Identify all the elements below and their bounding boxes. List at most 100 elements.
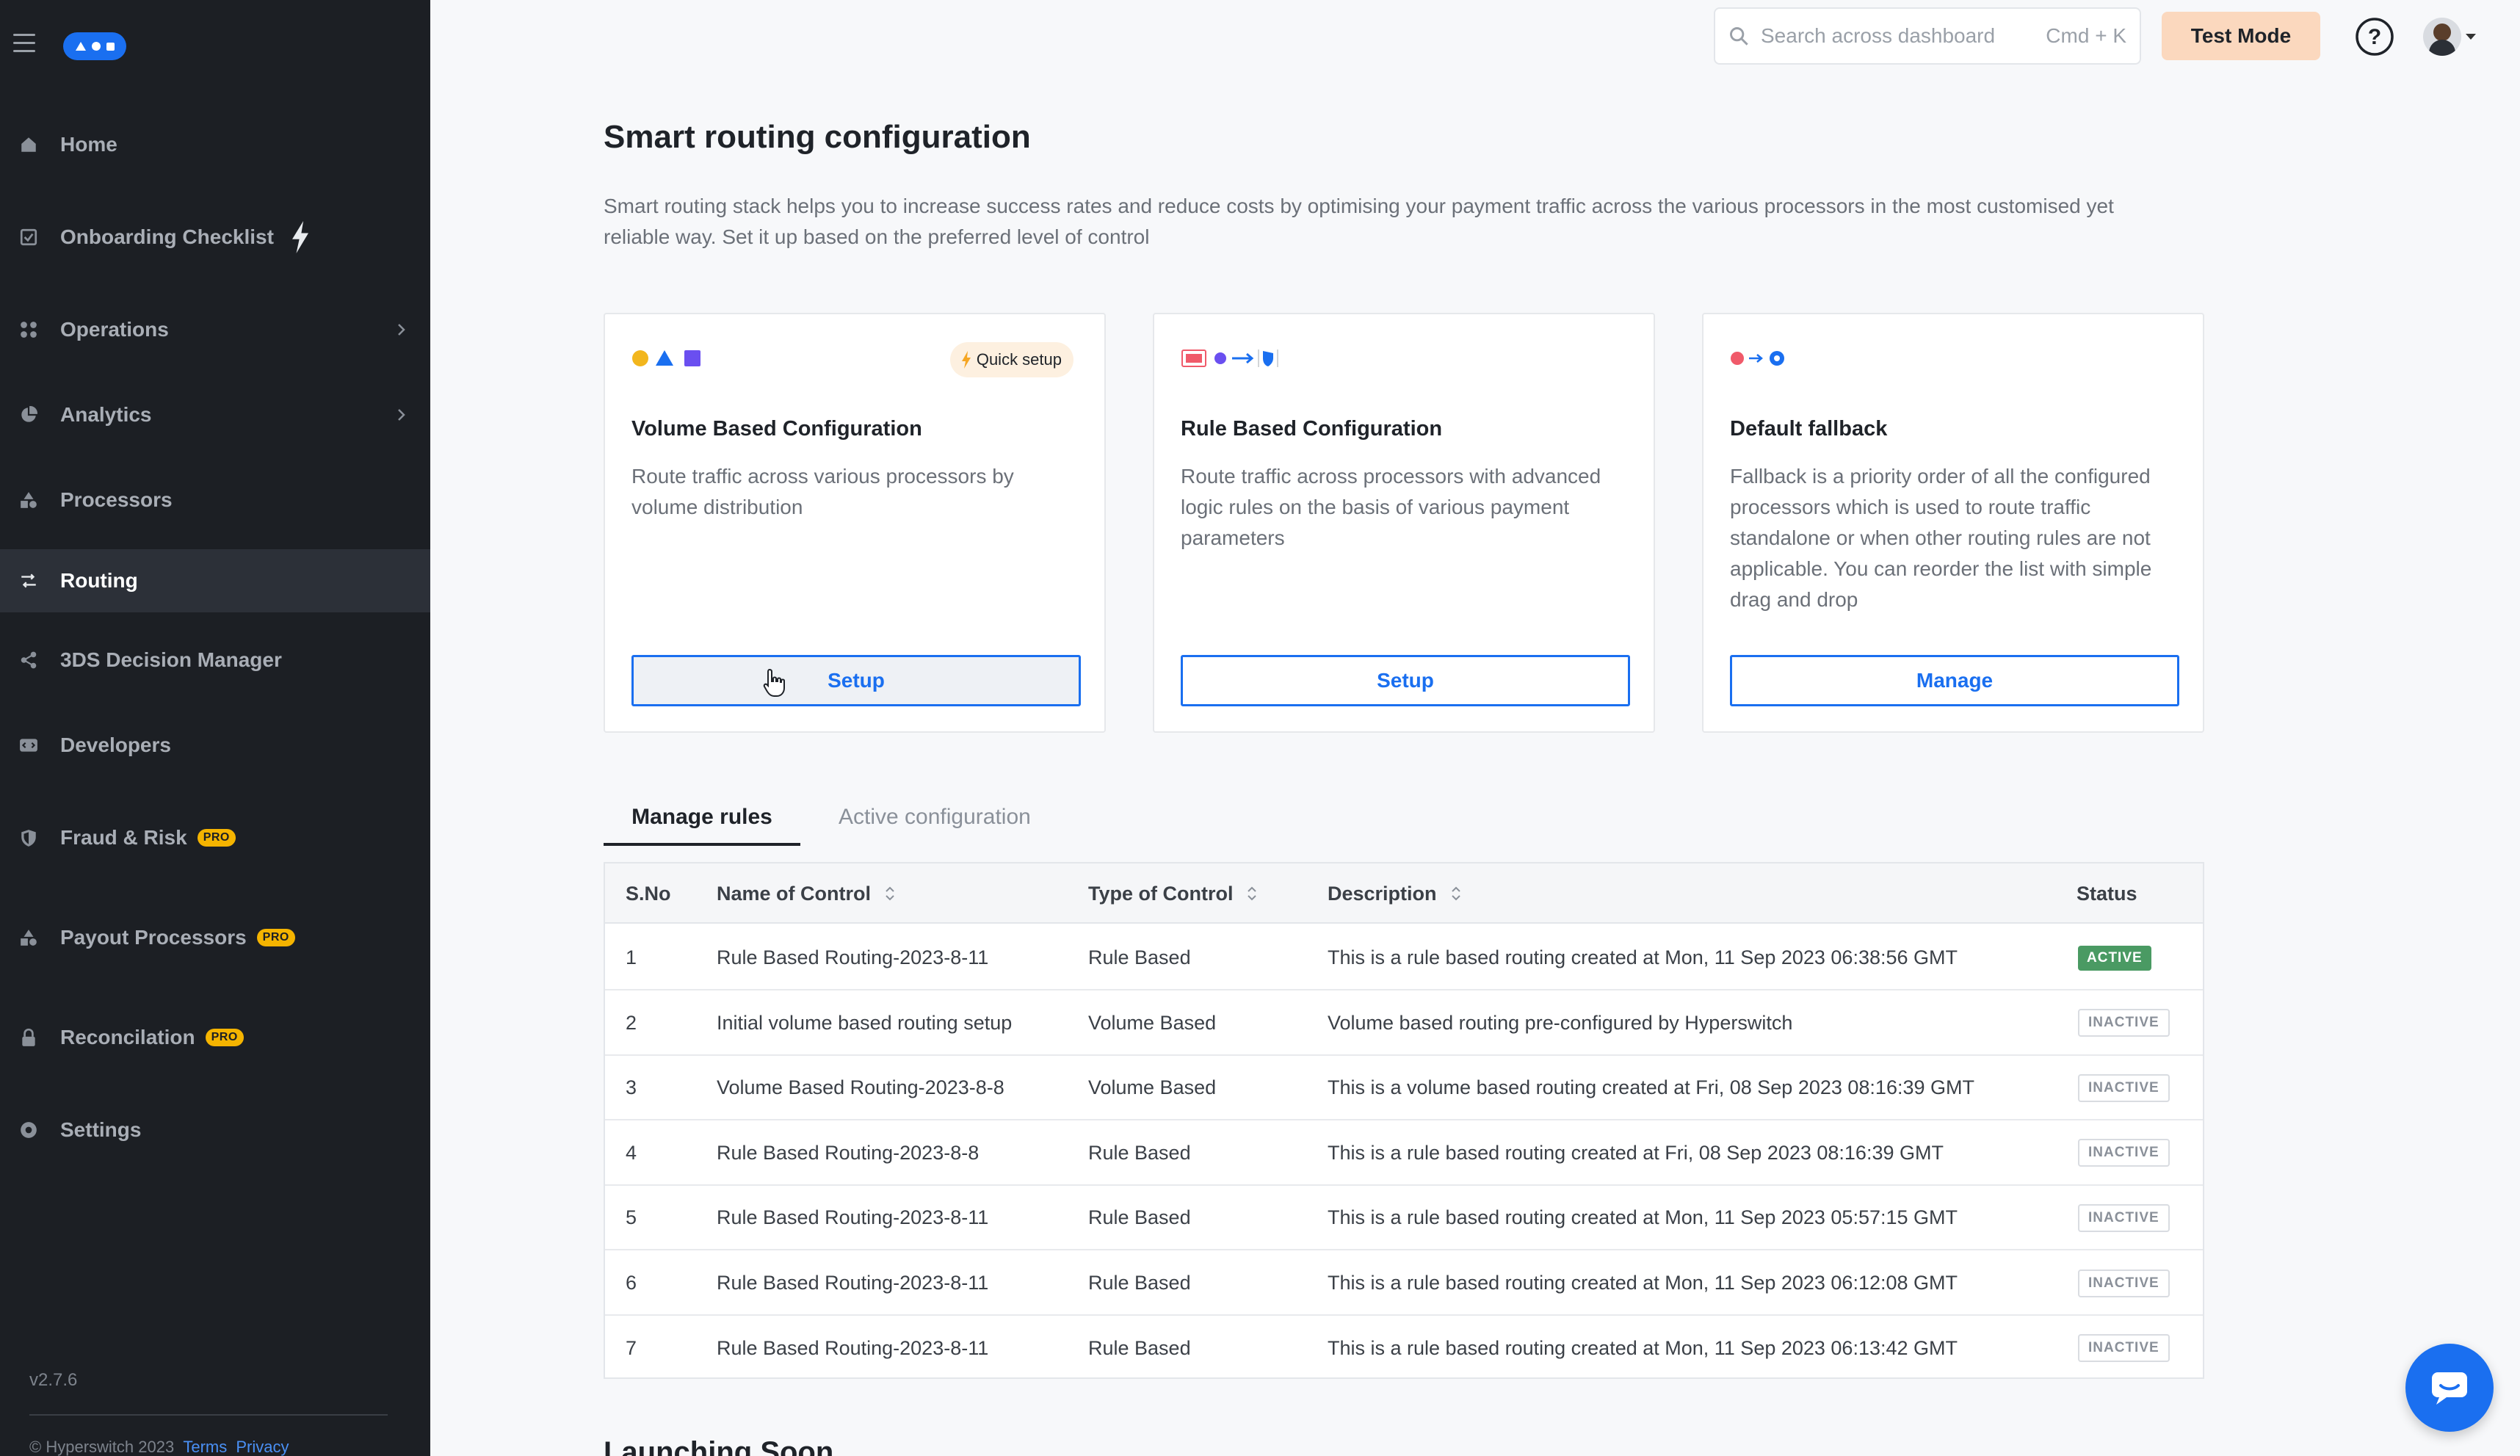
table-row[interactable]: 7 Rule Based Routing-2023-8-11 Rule Based T… [605, 1316, 2203, 1381]
column-header-description[interactable]: Description [1328, 863, 1462, 924]
sidebar-item-label: Analytics [60, 403, 152, 426]
checklist-icon [19, 228, 38, 247]
tab-active-configuration[interactable]: Active configuration [839, 805, 1031, 830]
lightning-bolt-icon [961, 351, 971, 369]
cell-sno: 5 [626, 1206, 637, 1229]
cell-sno: 2 [626, 1011, 637, 1034]
sidebar-item-label: Settings [60, 1118, 142, 1141]
volume-config-illustration [631, 345, 702, 372]
table-row[interactable]: 6 Rule Based Routing-2023-8-11 Rule Based T… [605, 1250, 2203, 1316]
cell-description: This is a volume based routing created a… [1328, 1076, 1974, 1099]
privacy-link[interactable]: Privacy [236, 1438, 289, 1456]
chat-support-button[interactable] [2405, 1344, 2494, 1432]
shield-icon [19, 828, 38, 847]
cell-type: Rule Based [1088, 1272, 1191, 1294]
status-badge: INACTIVE [2078, 1269, 2170, 1297]
caret-down-icon [2466, 34, 2476, 40]
shapes-icon [19, 928, 38, 947]
home-icon [19, 135, 38, 154]
grid-icon [19, 320, 38, 339]
cell-description: This is a rule based routing created at … [1328, 1206, 1958, 1229]
sidebar-item-fraud-risk[interactable]: Fraud & Risk PRO [0, 806, 430, 869]
sidebar-item-label: Routing [60, 569, 138, 592]
table-header: S.No Name of Control Type of Control Des… [605, 863, 2203, 924]
cell-name: Rule Based Routing-2023-8-11 [717, 1206, 989, 1229]
search-input[interactable]: Search across dashboard Cmd + K [1714, 7, 2141, 65]
volume-based-config-card: Quick setup Volume Based Configuration R… [604, 313, 1106, 733]
cell-type: Rule Based [1088, 1336, 1191, 1359]
sidebar-item-routing[interactable]: Routing [0, 549, 430, 612]
sort-icon[interactable] [1450, 885, 1462, 902]
table-row[interactable]: 4 Rule Based Routing-2023-8-8 Rule Based Th… [605, 1120, 2203, 1186]
default-fallback-card: Default fallback Fallback is a priority … [1702, 313, 2204, 733]
column-header-type[interactable]: Type of Control [1088, 863, 1258, 924]
sidebar-item-developers[interactable]: Developers [0, 714, 430, 777]
sidebar-footer: © Hyperswitch 2023 Terms Privacy [29, 1438, 289, 1456]
hyperswitch-logo[interactable] [63, 32, 126, 60]
fallback-flow-illustration-icon [1731, 351, 1784, 366]
quick-setup-badge: Quick setup [949, 342, 1073, 377]
cell-sno: 1 [626, 946, 637, 968]
table-row[interactable]: 5 Rule Based Routing-2023-8-11 Rule Based T… [605, 1185, 2203, 1251]
sidebar: Home Onboarding Checklist Operations Ana… [0, 0, 430, 1456]
page-description: Smart routing stack helps you to increas… [604, 195, 2114, 248]
sidebar-item-reconcilation[interactable]: Reconcilation PRO [0, 1006, 430, 1069]
sidebar-item-payout-processors[interactable]: Payout Processors PRO [0, 906, 430, 969]
cell-name: Initial volume based routing setup [717, 1011, 1013, 1034]
gear-icon [19, 1120, 38, 1140]
tab-manage-rules[interactable]: Manage rules [604, 805, 800, 846]
column-header-name[interactable]: Name of Control [717, 863, 896, 924]
quick-setup-label: Quick setup [976, 350, 1062, 369]
fallback-illustration [1730, 345, 1789, 372]
rule-setup-button[interactable]: Setup [1181, 655, 1630, 706]
help-icon[interactable]: ? [2354, 16, 2395, 57]
cell-sno: 3 [626, 1076, 637, 1099]
avatar [2423, 18, 2461, 56]
svg-text:?: ? [2368, 25, 2381, 49]
cell-name: Rule Based Routing-2023-8-11 [717, 1272, 989, 1294]
cell-type: Rule Based [1088, 946, 1191, 968]
volume-setup-button[interactable]: Setup [631, 655, 1081, 706]
card-description: Route traffic across processors with adv… [1181, 465, 1601, 549]
test-mode-button[interactable]: Test Mode [2162, 12, 2320, 60]
pro-badge: PRO [256, 929, 295, 946]
search-placeholder: Search across dashboard [1761, 24, 1996, 47]
sidebar-item-onboarding-checklist[interactable]: Onboarding Checklist [0, 206, 430, 269]
sidebar-item-home[interactable]: Home [0, 113, 430, 176]
launching-soon-heading: Launching Soon [604, 1436, 834, 1456]
status-badge: INACTIVE [2078, 1009, 2170, 1037]
card-description: Fallback is a priority order of all the … [1730, 465, 2152, 611]
status-badge: INACTIVE [2078, 1073, 2170, 1102]
sidebar-item-settings[interactable]: Settings [0, 1098, 430, 1162]
rule-flow-illustration-icon [1181, 349, 1278, 367]
copyright-icon: © [29, 1438, 42, 1456]
sidebar-item-3ds-decision-manager[interactable]: 3DS Decision Manager [0, 629, 430, 692]
cell-name: Rule Based Routing-2023-8-11 [717, 946, 989, 968]
card-title: Default fallback [1730, 417, 1888, 441]
sidebar-divider [29, 1414, 388, 1416]
cell-type: Rule Based [1088, 1206, 1191, 1229]
status-badge: INACTIVE [2078, 1139, 2170, 1167]
column-header-status: Status [2077, 882, 2137, 905]
cell-name: Rule Based Routing-2023-8-8 [717, 1141, 980, 1164]
terms-link[interactable]: Terms [183, 1438, 227, 1456]
sidebar-item-operations[interactable]: Operations [0, 298, 430, 361]
table-row[interactable]: 3 Volume Based Routing-2023-8-8 Volume Bas… [605, 1055, 2203, 1121]
table-row[interactable]: 2 Initial volume based routing setup Volum… [605, 990, 2203, 1056]
hamburger-menu-icon[interactable] [13, 34, 35, 53]
fallback-manage-button[interactable]: Manage [1730, 655, 2179, 706]
status-badge: INACTIVE [2078, 1334, 2170, 1363]
sidebar-item-analytics[interactable]: Analytics [0, 383, 430, 446]
cell-status: INACTIVE [2078, 1055, 2170, 1120]
sort-icon[interactable] [1246, 885, 1258, 902]
table-row[interactable]: 1 Rule Based Routing-2023-8-11 Rule Based T… [605, 925, 2203, 990]
sidebar-item-label: Payout Processors [60, 926, 247, 949]
sort-icon[interactable] [884, 885, 896, 902]
column-header-sno: S.No [626, 882, 671, 905]
card-description: Route traffic across various processors … [631, 465, 1014, 518]
user-menu[interactable] [2423, 16, 2476, 57]
sidebar-item-processors[interactable]: Processors [0, 468, 430, 532]
code-icon [19, 736, 38, 755]
cell-description: This is a rule based routing created at … [1328, 1141, 1944, 1164]
cell-type: Volume Based [1088, 1011, 1217, 1034]
